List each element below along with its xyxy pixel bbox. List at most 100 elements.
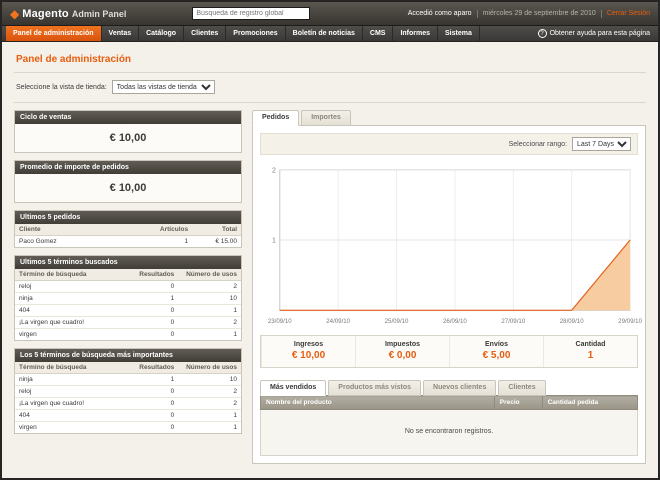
- term-cell: ninja: [15, 293, 133, 305]
- search-term-row[interactable]: ¡La virgen que cuadro! 0 2: [15, 317, 241, 329]
- results-cell: 0: [133, 317, 179, 329]
- nav-item[interactable]: Sistema: [438, 26, 480, 41]
- uses-cell: 2: [178, 398, 241, 410]
- total-label: Envíos: [450, 341, 543, 348]
- grid-tab[interactable]: Más vendidos: [260, 380, 326, 396]
- search-term-row[interactable]: ninja 1 10: [15, 293, 241, 305]
- search-term-row[interactable]: ninja 1 10: [15, 374, 241, 386]
- svg-text:2: 2: [272, 167, 276, 174]
- nav-item[interactable]: Promociones: [226, 26, 285, 41]
- search-term-row[interactable]: ¡La virgen que cuadro! 0 2: [15, 398, 241, 410]
- term-cell: reloj: [15, 281, 133, 293]
- diagram-tab[interactable]: Importes: [301, 110, 351, 126]
- average-orders-box: Promedio de importe de pedidos € 10,00: [14, 160, 242, 203]
- tab-label: Clientes: [508, 384, 535, 391]
- column-header: Número de usos: [178, 362, 241, 374]
- results-cell: 0: [133, 386, 179, 398]
- page-title: Panel de administración: [16, 54, 646, 65]
- last-search-terms-box: Ultimos 5 términos buscados Término de b…: [14, 255, 242, 341]
- search-term-row[interactable]: virgen 0 1: [15, 329, 241, 341]
- search-term-row[interactable]: virgen 0 1: [15, 422, 241, 434]
- nav-item[interactable]: Ventas: [102, 26, 140, 41]
- term-cell: virgen: [15, 329, 133, 341]
- column-header: Nombre del producto: [261, 396, 495, 410]
- total-value: 1: [544, 350, 637, 361]
- logged-in-as: Accedió como aparo: [408, 10, 472, 17]
- dashboard-left-column: Ciclo de ventas € 10,00 Promedio de impo…: [14, 110, 242, 434]
- items-cell: 1: [133, 236, 193, 248]
- column-header: Resultados: [133, 362, 179, 374]
- customer-cell: Paco Gomez: [15, 236, 133, 248]
- nav-items: Panel de administración Ventas Catálogo …: [6, 26, 480, 41]
- search-term-row[interactable]: reloj 0 2: [15, 386, 241, 398]
- results-cell: 0: [133, 305, 179, 317]
- separator: [477, 10, 478, 18]
- nav-item[interactable]: Panel de administración: [6, 26, 102, 41]
- uses-cell: 1: [178, 329, 241, 341]
- search-term-row[interactable]: 404 0 1: [15, 305, 241, 317]
- store-view-switcher: Seleccione la vista de tienda: Todas las…: [16, 80, 646, 94]
- term-cell: virgen: [15, 422, 133, 434]
- lifetime-sales-value: € 10,00: [15, 124, 241, 152]
- magento-diamond-icon: [10, 8, 19, 20]
- grids-tabs: Más vendidos Productos más vistos Nuevos…: [260, 380, 638, 396]
- total-value: € 0,00: [356, 350, 449, 361]
- svg-text:26/09/10: 26/09/10: [443, 318, 467, 325]
- nav-item[interactable]: CMS: [363, 26, 394, 41]
- current-date: miércoles 29 de septiembre de 2010: [483, 10, 596, 17]
- logout-link[interactable]: Cerrar Sesión: [607, 10, 650, 17]
- column-header: Término de búsqueda: [15, 269, 133, 281]
- diagram-tab[interactable]: Pedidos: [252, 110, 299, 126]
- divider: [14, 72, 646, 73]
- header-user-area: Accedió como aparo miércoles 29 de septi…: [408, 10, 650, 18]
- total-value: € 10,00: [262, 350, 355, 361]
- help-icon: [538, 29, 547, 38]
- dashboard-right-column: Pedidos Importes Seleccionar rango: Last…: [252, 110, 646, 464]
- grid-tab[interactable]: Productos más vistos: [328, 380, 421, 396]
- column-header: Precio: [494, 396, 542, 410]
- nav-item-label: Panel de administración: [13, 30, 94, 37]
- results-cell: 0: [133, 398, 179, 410]
- nav-item-label: Boletín de noticias: [293, 30, 355, 37]
- nav-item[interactable]: Clientes: [184, 26, 226, 41]
- nav-item[interactable]: Boletín de noticias: [286, 26, 363, 41]
- global-search-input[interactable]: [192, 7, 310, 20]
- results-cell: 0: [133, 422, 179, 434]
- range-select[interactable]: Last 7 Days: [572, 137, 631, 151]
- dashboard-panel: Seleccionar rango: Last 7 Days 23/09/10 2…: [252, 125, 646, 464]
- svg-text:23/09/10: 23/09/10: [268, 318, 292, 325]
- last-orders-title: Ultimos 5 pedidos: [15, 211, 241, 224]
- search-term-row[interactable]: reloj 0 2: [15, 281, 241, 293]
- nav-item[interactable]: Catálogo: [139, 26, 184, 41]
- total-item: Ingresos € 10,00: [261, 336, 355, 367]
- order-row[interactable]: Paco Gomez 1 € 15.00: [15, 236, 241, 248]
- search-term-row[interactable]: 404 0 1: [15, 410, 241, 422]
- range-selector-bar: Seleccionar rango: Last 7 Days: [260, 133, 638, 155]
- results-cell: 1: [133, 293, 179, 305]
- logo-name: Magento: [22, 8, 69, 20]
- last-search-terms-table: Término de búsqueda Resultados Número de…: [15, 269, 241, 340]
- dashboard-content: Panel de administración Seleccione la vi…: [2, 42, 658, 464]
- store-view-select[interactable]: Todas las vistas de tienda: [112, 80, 215, 94]
- page-help-link[interactable]: Obtener ayuda para esta página: [538, 26, 658, 41]
- totals-bar: Ingresos € 10,00 Impuestos € 0,00 Envíos…: [260, 335, 638, 368]
- range-label: Seleccionar rango:: [509, 141, 567, 148]
- column-header: Artículos: [133, 224, 193, 236]
- svg-text:25/09/10: 25/09/10: [385, 318, 409, 325]
- total-item: Cantidad 1: [543, 336, 637, 367]
- grid-tab[interactable]: Nuevos clientes: [423, 380, 496, 396]
- uses-cell: 1: [178, 305, 241, 317]
- tab-label: Importes: [311, 114, 341, 121]
- term-cell: ¡La virgen que cuadro!: [15, 317, 133, 329]
- total-cell: € 15.00: [192, 236, 241, 248]
- total-item: Impuestos € 0,00: [355, 336, 449, 367]
- nav-item[interactable]: Informes: [393, 26, 438, 41]
- total-label: Ingresos: [262, 341, 355, 348]
- nav-item-label: Informes: [400, 30, 430, 37]
- last-search-terms-title: Ultimos 5 términos buscados: [15, 256, 241, 269]
- last-orders-box: Ultimos 5 pedidos Cliente Artículos Tota…: [14, 210, 242, 248]
- grid-tab[interactable]: Clientes: [498, 380, 545, 396]
- top-search-terms-box: Los 5 términos de búsqueda más important…: [14, 348, 242, 434]
- global-search: [192, 7, 310, 20]
- tab-label: Pedidos: [262, 114, 289, 121]
